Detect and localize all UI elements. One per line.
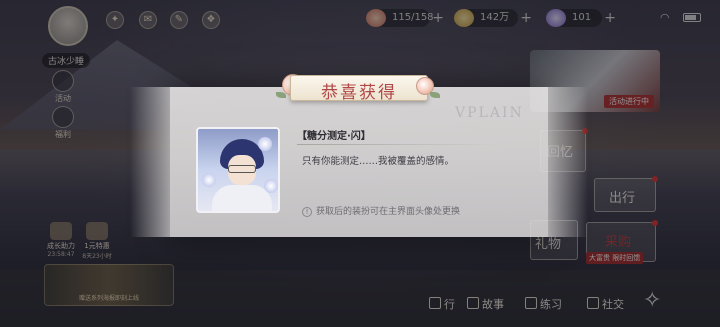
title-ribbon: 恭喜获得 xyxy=(290,75,428,103)
info-icon: ! xyxy=(302,207,312,217)
flower-icon xyxy=(264,179,278,193)
card-figure-body xyxy=(212,185,272,211)
modal-title: 恭喜获得 xyxy=(321,83,397,103)
reward-hint-text: 获取后的装扮可在主界面头像处更换 xyxy=(316,207,461,217)
flower-icon xyxy=(202,173,216,187)
reward-hint: ! 获取后的装扮可在主界面头像处更换 xyxy=(302,204,460,217)
reward-item-name: 【糖分测定·闪】 xyxy=(297,131,371,142)
glasses-icon xyxy=(228,165,256,173)
modal-watermark: VPLAIN xyxy=(455,105,524,121)
reward-item-description: 只有你能测定……我被覆盖的感情。 xyxy=(302,156,455,167)
flower-icon xyxy=(258,137,272,151)
reward-item-card[interactable] xyxy=(196,127,280,213)
modal-divider xyxy=(297,144,497,145)
leaf-decoration xyxy=(430,92,440,98)
